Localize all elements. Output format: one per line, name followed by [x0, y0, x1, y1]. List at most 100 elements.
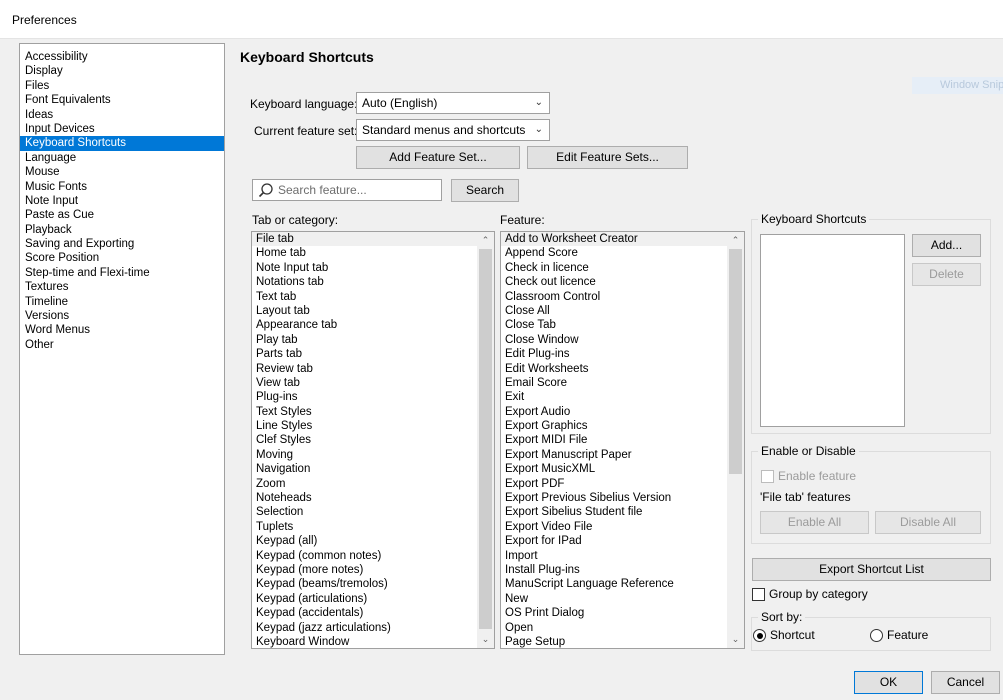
tab-list-item[interactable]: Line Styles — [252, 419, 494, 433]
search-input[interactable]: Search feature... — [252, 179, 442, 201]
category-item[interactable]: Timeline — [20, 295, 224, 309]
feature-list-item[interactable]: Edit Worksheets — [501, 362, 744, 376]
feature-set-select[interactable]: Standard menus and shortcuts ⌄ — [356, 119, 550, 141]
category-item[interactable]: Music Fonts — [20, 180, 224, 194]
feature-list-item[interactable]: Exit — [501, 390, 744, 404]
category-item[interactable]: Step-time and Flexi-time — [20, 266, 224, 280]
feature-list-item[interactable]: Check out licence — [501, 275, 744, 289]
disable-all-button[interactable]: Disable All — [875, 511, 981, 534]
feature-list-item[interactable]: Export Previous Sibelius Version — [501, 491, 744, 505]
category-item[interactable]: Playback — [20, 223, 224, 237]
category-item[interactable]: Score Position — [20, 251, 224, 265]
feature-list-item[interactable]: Open — [501, 621, 744, 635]
tab-list-item[interactable]: Noteheads — [252, 491, 494, 505]
scroll-up-icon[interactable]: ⌃ — [477, 232, 494, 249]
feature-list-item[interactable]: Email Score — [501, 376, 744, 390]
scroll-thumb[interactable] — [729, 249, 742, 474]
tab-list-item[interactable]: Layout tab — [252, 304, 494, 318]
tab-or-category-list[interactable]: File tab Home tab Note Input tab Notations … — [251, 231, 495, 649]
feature-list-item[interactable]: New — [501, 592, 744, 606]
tab-list-item[interactable]: Selection — [252, 505, 494, 519]
add-feature-set-button[interactable]: Add Feature Set... — [356, 146, 520, 169]
category-item[interactable]: Note Input — [20, 194, 224, 208]
category-list[interactable]: Accessibility Display Files Font Equivalent… — [19, 43, 225, 655]
feature-list-item[interactable]: Export MIDI File — [501, 433, 744, 447]
feature-list-item[interactable]: OS Print Dialog — [501, 606, 744, 620]
category-item[interactable]: Versions — [20, 309, 224, 323]
feature-list-item[interactable]: Import — [501, 549, 744, 563]
tab-list-item[interactable]: Appearance tab — [252, 318, 494, 332]
feature-list-item[interactable]: Append Score — [501, 246, 744, 260]
category-item[interactable]: Mouse — [20, 165, 224, 179]
feature-list-scrollbar[interactable]: ⌃ ⌄ — [727, 232, 744, 648]
export-shortcut-list-button[interactable]: Export Shortcut List — [752, 558, 991, 581]
feature-list-item[interactable]: Page Setup — [501, 635, 744, 648]
tab-list-item[interactable]: Keyboard Window — [252, 635, 494, 648]
feature-list-item[interactable]: Export Manuscript Paper — [501, 448, 744, 462]
sort-shortcut-radio[interactable] — [753, 629, 766, 642]
feature-list-item[interactable]: Export Sibelius Student file — [501, 505, 744, 519]
tab-list-item[interactable]: Home tab — [252, 246, 494, 260]
category-item[interactable]: Input Devices — [20, 122, 224, 136]
feature-list-item[interactable]: Install Plug-ins — [501, 563, 744, 577]
tab-list-item[interactable]: Keypad (jazz articulations) — [252, 621, 494, 635]
scroll-down-icon[interactable]: ⌄ — [477, 631, 494, 648]
feature-list-item[interactable]: Close All — [501, 304, 744, 318]
enable-feature-checkbox[interactable] — [761, 470, 774, 483]
shortcut-list[interactable] — [760, 234, 905, 427]
tab-list-item[interactable]: Notations tab — [252, 275, 494, 289]
tab-list-item[interactable]: Plug-ins — [252, 390, 494, 404]
category-item[interactable]: Display — [20, 64, 224, 78]
tab-list-item[interactable]: Play tab — [252, 333, 494, 347]
feature-list-item[interactable]: Export MusicXML — [501, 462, 744, 476]
tab-list-item[interactable]: Navigation — [252, 462, 494, 476]
tab-list-item[interactable]: Keypad (common notes) — [252, 549, 494, 563]
tab-list-item[interactable]: Moving — [252, 448, 494, 462]
tab-list-item[interactable]: Keypad (more notes) — [252, 563, 494, 577]
scroll-thumb[interactable] — [479, 249, 492, 629]
tab-list-item[interactable]: File tab — [252, 232, 494, 247]
category-item[interactable]: Keyboard Shortcuts — [20, 136, 224, 151]
category-item[interactable]: Word Menus — [20, 323, 224, 337]
category-item[interactable]: Font Equivalents — [20, 93, 224, 107]
category-item[interactable]: Other — [20, 338, 224, 352]
tab-list-item[interactable]: Tuplets — [252, 520, 494, 534]
tab-list-item[interactable]: Clef Styles — [252, 433, 494, 447]
keyboard-language-select[interactable]: Auto (English) ⌄ — [356, 92, 550, 114]
search-button[interactable]: Search — [451, 179, 519, 202]
tab-list-item[interactable]: Review tab — [252, 362, 494, 376]
sort-feature-radio[interactable] — [870, 629, 883, 642]
tab-list-scrollbar[interactable]: ⌃ ⌄ — [477, 232, 494, 648]
feature-list-item[interactable]: Classroom Control — [501, 290, 744, 304]
feature-list-item[interactable]: Edit Plug-ins — [501, 347, 744, 361]
tab-list-item[interactable]: Keypad (beams/tremolos) — [252, 577, 494, 591]
category-item[interactable]: Saving and Exporting — [20, 237, 224, 251]
category-item[interactable]: Language — [20, 151, 224, 165]
tab-list-item[interactable]: Keypad (articulations) — [252, 592, 494, 606]
feature-list-item[interactable]: Export Audio — [501, 405, 744, 419]
add-shortcut-button[interactable]: Add... — [912, 234, 981, 257]
feature-list-item[interactable]: Close Tab — [501, 318, 744, 332]
feature-list-item[interactable]: Export Video File — [501, 520, 744, 534]
window-snip-button[interactable]: Window Snip — [912, 77, 1003, 94]
category-item[interactable]: Paste as Cue — [20, 208, 224, 222]
cancel-button[interactable]: Cancel — [931, 671, 1000, 694]
tab-list-item[interactable]: Text tab — [252, 290, 494, 304]
category-item[interactable]: Textures — [20, 280, 224, 294]
category-item[interactable]: Accessibility — [20, 50, 224, 64]
tab-list-item[interactable]: Parts tab — [252, 347, 494, 361]
feature-list-item[interactable]: Export Graphics — [501, 419, 744, 433]
category-item[interactable]: Ideas — [20, 108, 224, 122]
feature-list-item[interactable]: Add to Worksheet Creator — [501, 232, 744, 247]
feature-list-item[interactable]: ManuScript Language Reference — [501, 577, 744, 591]
tab-list-item[interactable]: Text Styles — [252, 405, 494, 419]
ok-button[interactable]: OK — [854, 671, 923, 694]
tab-list-item[interactable]: Keypad (all) — [252, 534, 494, 548]
feature-list-item[interactable]: Check in licence — [501, 261, 744, 275]
group-by-category-checkbox[interactable] — [752, 588, 765, 601]
tab-list-item[interactable]: Zoom — [252, 477, 494, 491]
tab-list-item[interactable]: Keypad (accidentals) — [252, 606, 494, 620]
scroll-down-icon[interactable]: ⌄ — [727, 631, 744, 648]
feature-list-item[interactable]: Export for IPad — [501, 534, 744, 548]
tab-list-item[interactable]: View tab — [252, 376, 494, 390]
